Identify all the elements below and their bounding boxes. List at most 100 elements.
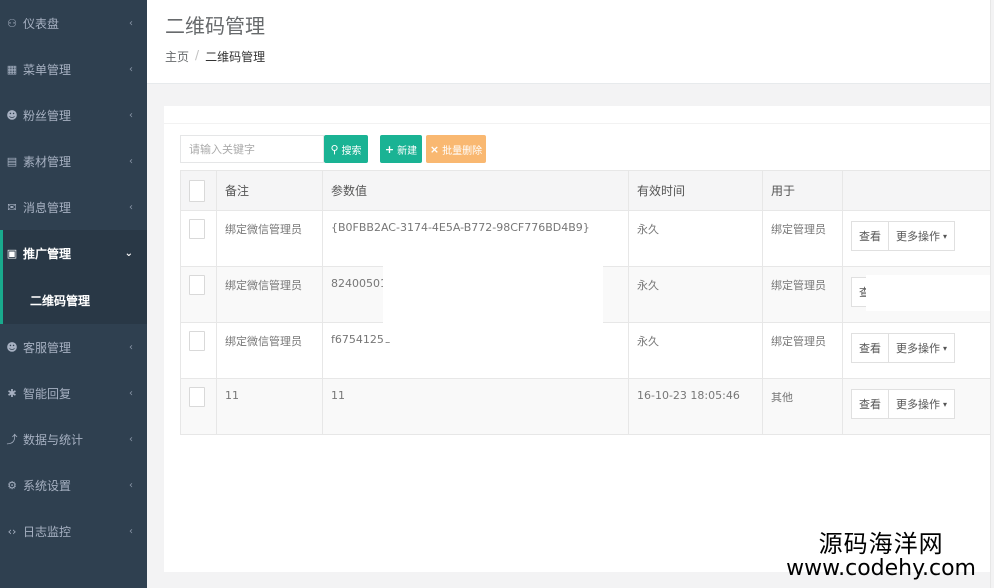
batch-delete-button[interactable]: × 批量删除	[426, 135, 486, 163]
row-checkbox[interactable]	[189, 387, 205, 407]
view-button[interactable]: 查看	[851, 389, 889, 419]
sidebar-item-label: 菜单管理	[23, 62, 72, 77]
dashboard-icon: ⚇	[7, 16, 17, 30]
sidebar-item-label: 数据与统计	[23, 432, 84, 447]
row-checkbox[interactable]	[189, 275, 205, 295]
search-icon: ⚲	[330, 142, 339, 156]
sidebar-item-fans[interactable]: ☻ 粉丝管理 ‹	[0, 92, 147, 138]
sidebar-item-messages[interactable]: ✉ 消息管理 ‹	[0, 184, 147, 230]
header-valid-time: 有效时间	[628, 170, 763, 211]
sidebar-item-label: 客服管理	[23, 340, 72, 355]
breadcrumb-separator: /	[195, 48, 200, 62]
header-param: 参数值	[322, 170, 629, 211]
cell-usage: 其他	[762, 378, 843, 435]
sidebar-item-materials[interactable]: ▤ 素材管理 ‹	[0, 138, 147, 184]
caret-down-icon: ▾	[943, 231, 948, 241]
sidebar-subitem-qrcode[interactable]: 二维码管理	[0, 276, 147, 324]
view-button[interactable]: 查看	[851, 221, 889, 251]
close-icon: ×	[429, 142, 440, 156]
cell-param: 11	[322, 378, 629, 435]
chevron-down-icon: ⌄	[124, 247, 133, 259]
search-input[interactable]	[180, 135, 324, 163]
search-button-label: 搜索	[341, 145, 362, 157]
plus-icon: +	[384, 142, 395, 156]
caret-down-icon: ▾	[943, 343, 948, 353]
more-actions-dropdown[interactable]: 更多操作▾	[889, 333, 956, 363]
sidebar-item-label: 智能回复	[23, 386, 72, 401]
search-button[interactable]: ⚲ 搜索	[324, 135, 368, 163]
chevron-left-icon: ‹	[129, 525, 133, 537]
cell-valid-time: 永久	[628, 210, 763, 267]
cell-remark: 绑定微信管理员	[216, 210, 323, 267]
sidebar-item-label: 粉丝管理	[23, 108, 72, 123]
header-select	[180, 170, 217, 211]
sidebar-item-label: 推广管理	[23, 246, 72, 261]
sidebar: ⚇ 仪表盘 ‹ ▦ 菜单管理 ‹ ☻ 粉丝管理 ‹ ▤ 素材管理 ‹ ✉ 消息管…	[0, 0, 147, 588]
page-header: 二维码管理 主页 / 二维码管理	[147, 0, 994, 84]
row-checkbox[interactable]	[189, 331, 205, 351]
more-actions-label: 更多操作	[896, 230, 940, 243]
chevron-left-icon: ‹	[129, 109, 133, 121]
header-remark: 备注	[216, 170, 323, 211]
message-icon: ✉	[7, 200, 17, 214]
qrcode-icon: ▣	[6, 246, 18, 260]
sidebar-item-label: 系统设置	[23, 478, 72, 493]
gear-icon: ⚙	[7, 478, 17, 492]
sidebar-item-label: 消息管理	[23, 200, 72, 215]
sidebar-item-settings[interactable]: ⚙ 系统设置 ‹	[0, 462, 147, 508]
cell-valid-time: 永久	[628, 322, 763, 379]
sidebar-item-auto-reply[interactable]: ✱ 智能回复 ‹	[0, 370, 147, 416]
breadcrumb: 主页 / 二维码管理	[165, 48, 265, 65]
sidebar-item-dashboard[interactable]: ⚇ 仪表盘 ‹	[0, 0, 147, 46]
sidebar-item-statistics[interactable]: ⤴ 数据与统计 ‹	[0, 416, 147, 462]
cell-valid-time: 16-10-23 18:05:46	[628, 378, 763, 435]
cell-remark: 绑定微信管理员	[216, 322, 323, 379]
chevron-left-icon: ‹	[129, 63, 133, 75]
sidebar-item-menu[interactable]: ▦ 菜单管理 ‹	[0, 46, 147, 92]
sidebar-item-label: 仪表盘	[23, 16, 60, 31]
watermark: 源码海洋网 www.codehy.com	[786, 532, 976, 580]
sidebar-item-customer-service[interactable]: ☻ 客服管理 ‹	[0, 324, 147, 370]
more-actions-label: 更多操作	[896, 398, 940, 411]
new-button-label: 新建	[397, 145, 418, 157]
row-checkbox[interactable]	[189, 219, 205, 239]
chevron-left-icon: ‹	[129, 201, 133, 213]
breadcrumb-home[interactable]: 主页	[165, 48, 189, 65]
scrollbar-track[interactable]	[990, 0, 994, 588]
chevron-left-icon: ‹	[129, 341, 133, 353]
chevron-left-icon: ‹	[129, 17, 133, 29]
cell-remark: 绑定微信管理员	[216, 266, 323, 323]
code-icon: ‹›	[7, 524, 17, 538]
chevron-left-icon: ‹	[129, 479, 133, 491]
cell-valid-time: 永久	[628, 266, 763, 323]
more-actions-dropdown[interactable]: 更多操作▾	[889, 221, 956, 251]
new-button[interactable]: + 新建	[380, 135, 422, 163]
redaction-patch	[866, 275, 990, 311]
header-actions	[842, 170, 994, 211]
card-header	[164, 106, 994, 124]
cell-actions: 查看 更多操作▾	[842, 322, 994, 379]
breadcrumb-current: 二维码管理	[205, 50, 266, 64]
sidebar-item-logs[interactable]: ‹› 日志监控 ‹	[0, 508, 147, 554]
chevron-left-icon: ‹	[129, 387, 133, 399]
sidebar-item-label: 素材管理	[23, 154, 72, 169]
page-title: 二维码管理	[165, 14, 265, 38]
caret-down-icon: ▾	[943, 399, 948, 409]
chevron-left-icon: ‹	[129, 155, 133, 167]
view-button[interactable]: 查看	[851, 333, 889, 363]
sidebar-item-promotion[interactable]: ▣ 推广管理 ⌄	[0, 230, 147, 276]
more-actions-dropdown[interactable]: 更多操作▾	[889, 389, 956, 419]
redaction-patch	[383, 238, 603, 342]
users-icon: ☻	[6, 108, 18, 122]
cell-actions: 查看 更多操作▾	[842, 210, 994, 267]
chart-icon: ⤴	[6, 433, 18, 446]
table-row: 11 11 16-10-23 18:05:46 其他 查看 更多操作 ▾	[180, 378, 994, 435]
table-header-row: 备注 参数值 有效时间 用于	[180, 170, 994, 211]
toolbar: ⚲ 搜索 + 新建 × 批量删除	[180, 135, 486, 163]
more-actions-label: 更多操作	[896, 342, 940, 355]
robot-icon: ✱	[7, 386, 17, 400]
batch-delete-button-label: 批量删除	[442, 145, 483, 157]
header-usage: 用于	[762, 170, 843, 211]
select-all-checkbox[interactable]	[189, 179, 205, 202]
cell-usage: 绑定管理员	[762, 322, 843, 379]
